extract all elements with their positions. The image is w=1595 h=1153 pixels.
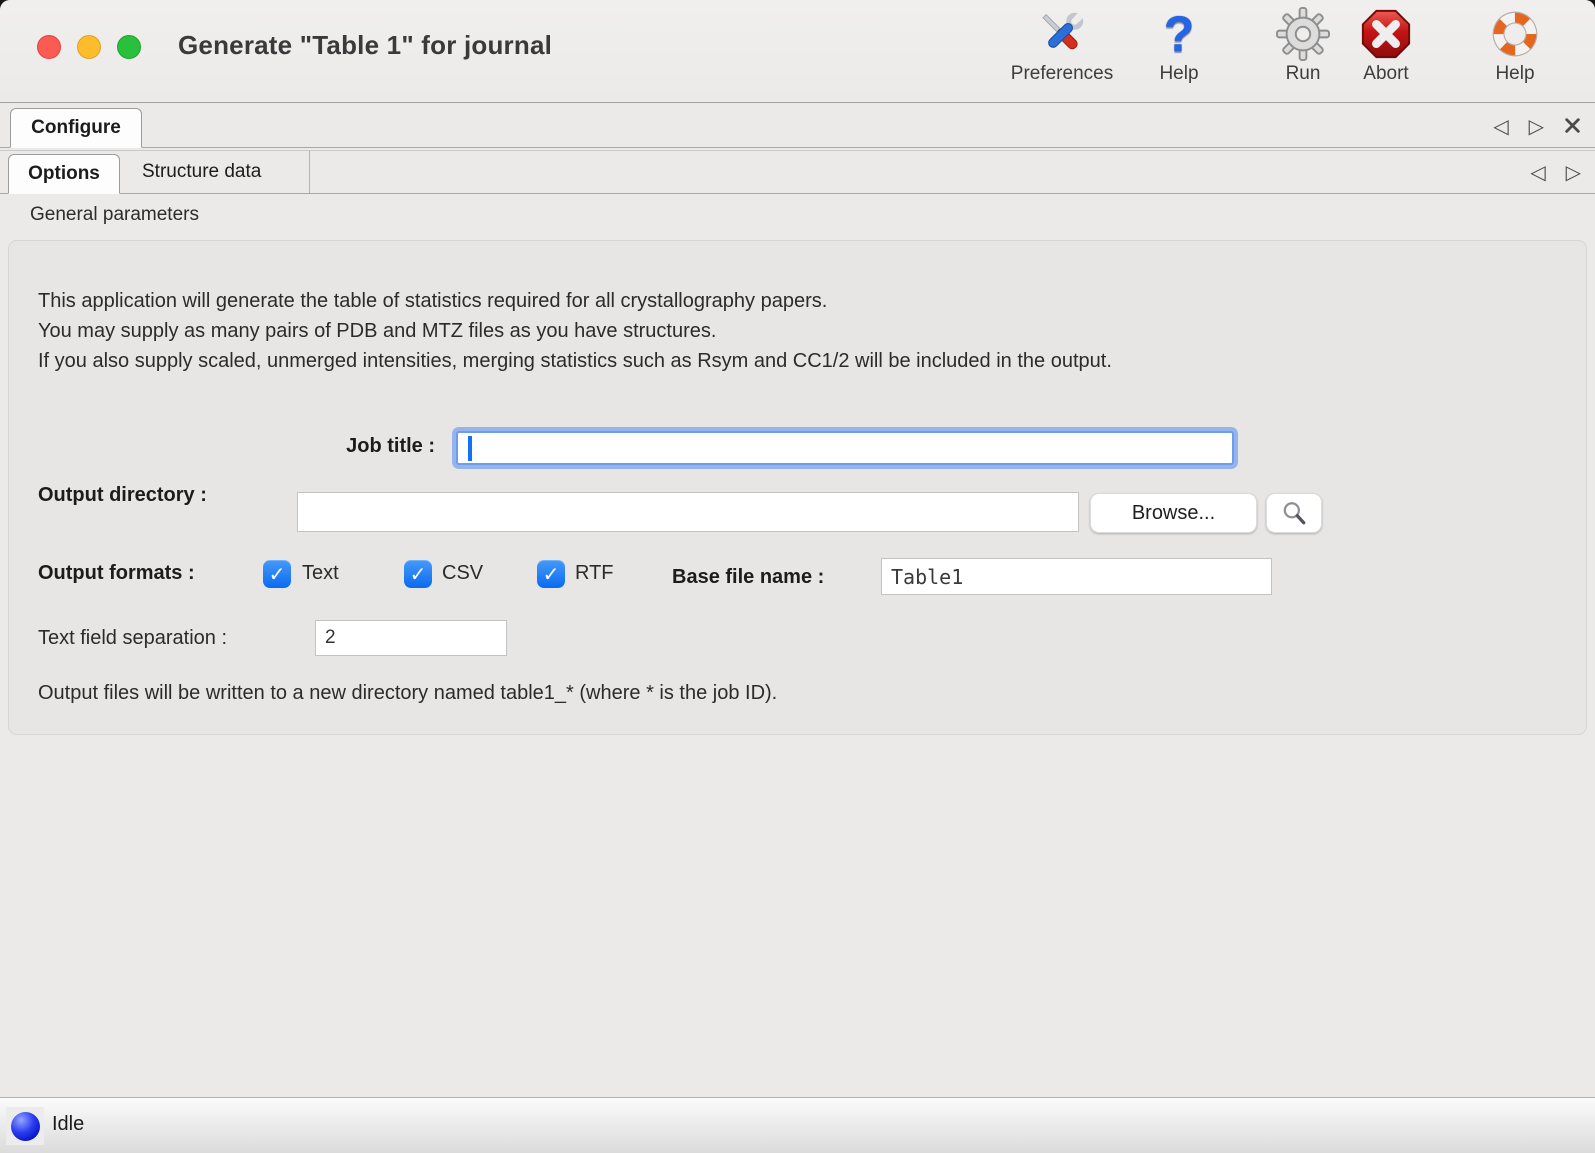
tab-bar-controls: ◁ ▷	[1493, 104, 1581, 147]
general-parameters-panel	[8, 240, 1587, 735]
sub-tab-bar-controls: ◁ ▷	[1530, 151, 1581, 193]
sub-tab-bar: Options Structure data ◁ ▷	[0, 150, 1595, 194]
tab-scroll-right-button[interactable]: ▷	[1529, 116, 1544, 136]
abort-button[interactable]: Abort	[1318, 6, 1454, 98]
traffic-lights	[37, 35, 141, 59]
sub-tab-scroll-left-button[interactable]: ◁	[1530, 162, 1545, 182]
base-file-name-label: Base file name :	[672, 566, 824, 589]
checkbox-csv-label: CSV	[442, 562, 483, 585]
output-directory-label: Output directory :	[38, 484, 207, 507]
text-field-separation-label: Text field separation :	[38, 627, 227, 650]
status-bar: Idle	[0, 1097, 1595, 1153]
sub-tab-scroll-right-button[interactable]: ▷	[1566, 162, 1581, 182]
tab-close-button[interactable]	[1564, 117, 1581, 134]
description-line-3: If you also supply scaled, unmerged inte…	[38, 350, 1112, 373]
status-text: Idle	[52, 1113, 84, 1136]
directory-search-button[interactable]	[1266, 493, 1322, 533]
description-line-1: This application will generate the table…	[38, 290, 827, 313]
status-orb-icon	[11, 1112, 40, 1141]
description-line-2: You may supply as many pairs of PDB and …	[38, 320, 716, 343]
help-button[interactable]: ? Help	[1111, 6, 1247, 98]
zoom-window-button[interactable]	[117, 35, 141, 59]
job-title-label: Job title :	[250, 435, 435, 458]
preferences-button[interactable]: Preferences	[994, 6, 1130, 98]
app-window: Generate "Table 1" for journal Preferenc…	[0, 0, 1595, 1153]
close-window-button[interactable]	[37, 35, 61, 59]
lifebuoy-icon	[1487, 6, 1543, 62]
tools-icon	[1034, 6, 1090, 62]
question-icon: ?	[1151, 6, 1207, 62]
check-icon: ✓	[410, 562, 427, 586]
job-title-input[interactable]	[458, 433, 1232, 463]
minimize-window-button[interactable]	[77, 35, 101, 59]
checkbox-csv[interactable]: ✓	[404, 560, 432, 588]
job-title-field[interactable]	[456, 431, 1234, 465]
tab-scroll-left-button[interactable]: ◁	[1493, 116, 1508, 136]
checkbox-text[interactable]: ✓	[263, 560, 291, 588]
window-title: Generate "Table 1" for journal	[178, 30, 552, 61]
checkbox-rtf[interactable]: ✓	[537, 560, 565, 588]
search-icon	[1281, 500, 1307, 526]
text-caret	[468, 436, 472, 461]
tab-options[interactable]: Options	[8, 154, 120, 194]
base-file-name-input[interactable]	[881, 558, 1272, 595]
check-icon: ✓	[543, 562, 560, 586]
browse-button[interactable]: Browse...	[1090, 493, 1257, 533]
checkbox-rtf-label: RTF	[575, 562, 614, 585]
help2-button[interactable]: Help	[1447, 6, 1583, 98]
check-icon: ✓	[269, 562, 286, 586]
text-field-separation-input[interactable]	[315, 620, 507, 656]
tab-configure[interactable]: Configure	[10, 108, 142, 148]
section-title: General parameters	[30, 204, 199, 226]
tab-structure-data[interactable]: Structure data	[120, 151, 310, 193]
close-icon	[1564, 117, 1581, 134]
title-bar: Generate "Table 1" for journal Preferenc…	[0, 0, 1595, 103]
checkbox-text-label: Text	[302, 562, 339, 585]
output-directory-input[interactable]	[297, 492, 1079, 532]
abort-icon	[1358, 6, 1414, 62]
notebook-tab-bar: Configure ◁ ▷	[0, 104, 1595, 148]
output-note: Output files will be written to a new di…	[38, 682, 777, 705]
status-indicator	[6, 1107, 44, 1145]
output-formats-label: Output formats :	[38, 562, 195, 585]
